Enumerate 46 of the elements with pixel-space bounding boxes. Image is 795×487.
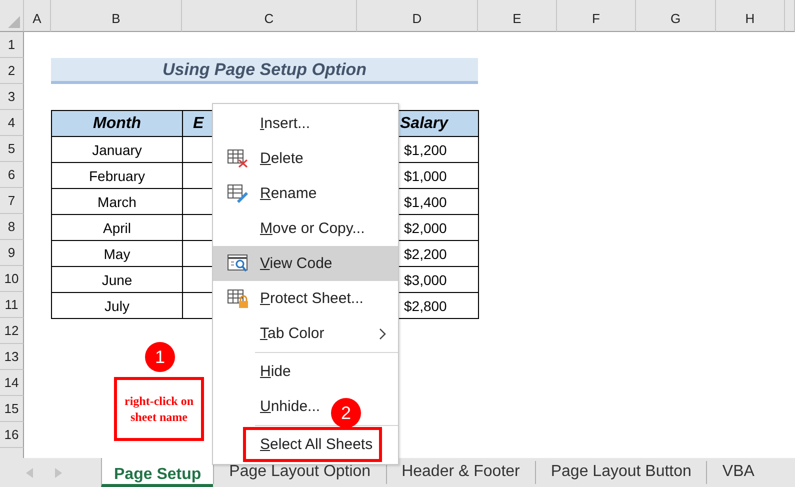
row-header[interactable]: 8: [0, 214, 24, 240]
sheet-tab[interactable]: Page Setup: [101, 458, 214, 487]
note-callout: right-click on sheet name: [114, 377, 204, 441]
sheet-title: Using Page Setup Option: [51, 58, 478, 84]
row-header[interactable]: 6: [0, 162, 24, 188]
delete-sheet-icon: [227, 149, 248, 168]
row-header[interactable]: 4: [0, 110, 24, 136]
table-cell: July: [51, 292, 183, 319]
view-code-icon: [226, 254, 248, 273]
column-header[interactable]: F: [557, 0, 636, 32]
sheet-tab[interactable]: Page Layout Button: [534, 461, 706, 484]
row-header[interactable]: 7: [0, 188, 24, 214]
menu-item[interactable]: Delete: [213, 141, 316, 176]
row-header[interactable]: 15: [0, 396, 24, 422]
row-header[interactable]: 10: [0, 266, 24, 292]
scroll-right-icon[interactable]: [55, 468, 62, 478]
row-header[interactable]: 11: [0, 292, 24, 318]
step-badge: 1: [145, 342, 175, 372]
menu-item[interactable]: Unhide...: [213, 389, 332, 424]
sheet-tab[interactable]: VBA: [706, 461, 770, 484]
column-header[interactable]: G: [636, 0, 716, 32]
menu-item[interactable]: Hide: [213, 354, 303, 389]
scroll-left-icon[interactable]: [26, 468, 33, 478]
row-header[interactable]: 2: [0, 58, 24, 84]
column-header[interactable]: C: [182, 0, 357, 32]
column-header[interactable]: E: [478, 0, 557, 32]
row-header[interactable]: 1: [0, 32, 24, 58]
protect-sheet-icon: [226, 288, 248, 308]
row-header[interactable]: 13: [0, 344, 24, 370]
row-header[interactable]: 9: [0, 240, 24, 266]
rename-sheet-icon: [227, 184, 248, 203]
column-header[interactable]: B: [51, 0, 182, 32]
menu-item[interactable]: Rename: [213, 176, 329, 211]
menu-item[interactable]: Tab Color: [213, 316, 398, 351]
row-header[interactable]: 12: [0, 318, 24, 344]
column-header[interactable]: H: [716, 0, 785, 32]
column-header[interactable]: [785, 0, 795, 32]
row-header[interactable]: 3: [0, 84, 24, 110]
menu-item[interactable]: View Code: [213, 246, 398, 281]
table-header-cell: Month: [51, 110, 183, 137]
row-header[interactable]: 14: [0, 370, 24, 396]
row-header[interactable]: 16: [0, 422, 24, 448]
select-all-triangle-icon[interactable]: [8, 16, 20, 28]
row-header[interactable]: 5: [0, 136, 24, 162]
column-header[interactable]: D: [357, 0, 478, 32]
column-header[interactable]: A: [24, 0, 51, 32]
